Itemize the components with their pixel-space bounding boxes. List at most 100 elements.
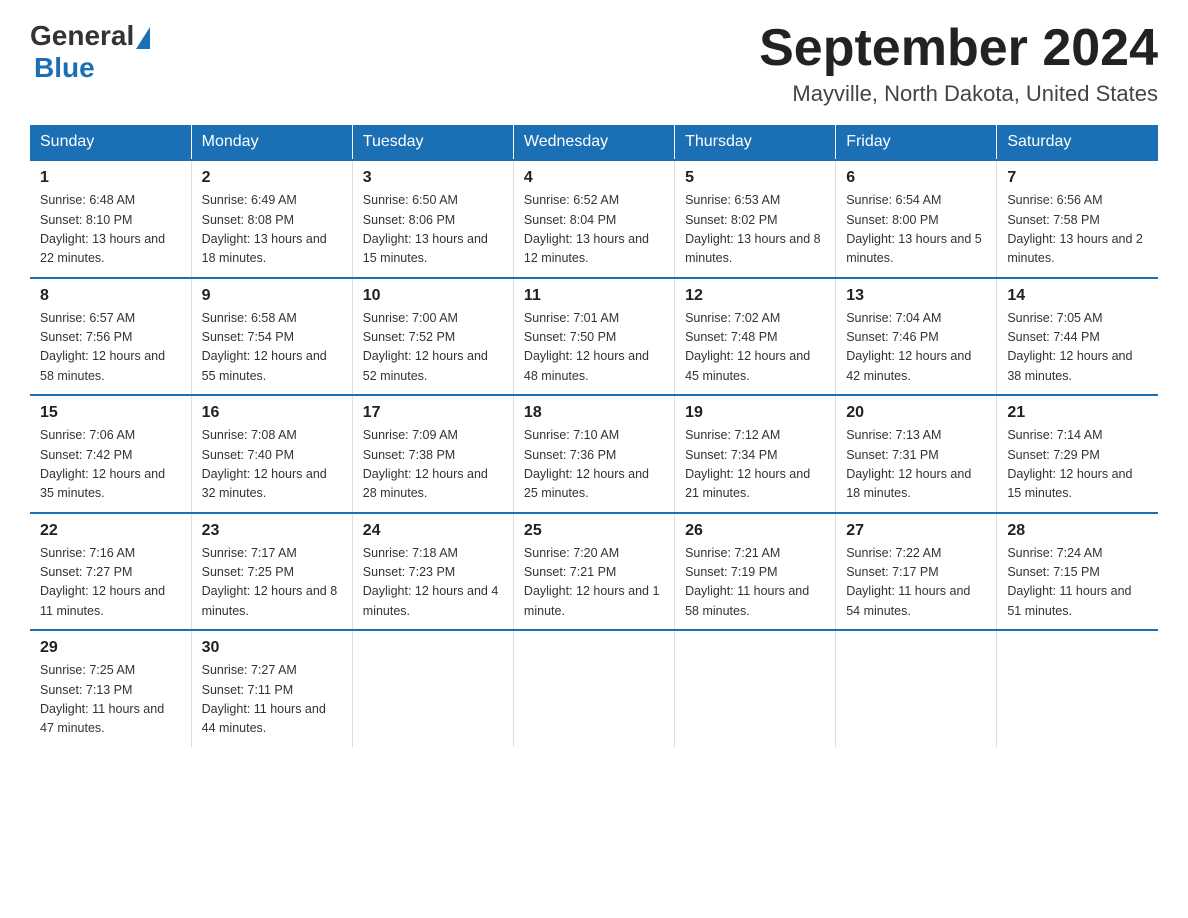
table-row: 10 Sunrise: 7:00 AMSunset: 7:52 PMDayligh… [352, 278, 513, 396]
calendar-week-row: 22Sunrise: 7:16 AMSunset: 7:27 PMDayligh… [30, 513, 1158, 631]
title-area: September 2024 Mayville, North Dakota, U… [759, 20, 1158, 107]
calendar-header-row: Sunday Monday Tuesday Wednesday Thursday… [30, 125, 1158, 160]
day-info: Sunrise: 7:10 AMSunset: 7:36 PMDaylight:… [524, 426, 664, 504]
day-info: Sunrise: 7:14 AMSunset: 7:29 PMDaylight:… [1007, 426, 1148, 504]
day-info: Sunrise: 6:56 AMSunset: 7:58 PMDaylight:… [1007, 191, 1148, 269]
col-thursday: Thursday [675, 125, 836, 160]
day-info: Sunrise: 6:48 AMSunset: 8:10 PMDaylight:… [40, 191, 181, 269]
table-row: 27Sunrise: 7:22 AMSunset: 7:17 PMDayligh… [836, 513, 997, 631]
day-number: 6 [846, 169, 986, 187]
table-row: 20 Sunrise: 7:13 AMSunset: 7:31 PMDayligh… [836, 395, 997, 513]
day-info: Sunrise: 7:05 AMSunset: 7:44 PMDaylight:… [1007, 309, 1148, 387]
col-wednesday: Wednesday [513, 125, 674, 160]
table-row: 1 Sunrise: 6:48 AMSunset: 8:10 PMDaylight… [30, 160, 191, 278]
logo-triangle-icon [136, 27, 150, 49]
table-row: 15 Sunrise: 7:06 AMSunset: 7:42 PMDayligh… [30, 395, 191, 513]
day-info: Sunrise: 6:53 AMSunset: 8:02 PMDaylight:… [685, 191, 825, 269]
day-info: Sunrise: 7:00 AMSunset: 7:52 PMDaylight:… [363, 309, 503, 387]
day-info: Sunrise: 7:02 AMSunset: 7:48 PMDaylight:… [685, 309, 825, 387]
calendar-body: 1 Sunrise: 6:48 AMSunset: 8:10 PMDaylight… [30, 160, 1158, 747]
day-info: Sunrise: 7:27 AMSunset: 7:11 PMDaylight:… [202, 661, 342, 739]
table-row: 18 Sunrise: 7:10 AMSunset: 7:36 PMDayligh… [513, 395, 674, 513]
day-number: 9 [202, 287, 342, 305]
day-info: Sunrise: 7:06 AMSunset: 7:42 PMDaylight:… [40, 426, 181, 504]
table-row: 7 Sunrise: 6:56 AMSunset: 7:58 PMDaylight… [997, 160, 1158, 278]
table-row: 19Sunrise: 7:12 AMSunset: 7:34 PMDayligh… [675, 395, 836, 513]
calendar-week-row: 8 Sunrise: 6:57 AMSunset: 7:56 PMDaylight… [30, 278, 1158, 396]
day-number: 4 [524, 169, 664, 187]
table-row [997, 630, 1158, 747]
col-saturday: Saturday [997, 125, 1158, 160]
day-number: 12 [685, 287, 825, 305]
day-info: Sunrise: 7:01 AMSunset: 7:50 PMDaylight:… [524, 309, 664, 387]
day-number: 30 [202, 639, 342, 657]
table-row: 17 Sunrise: 7:09 AMSunset: 7:38 PMDayligh… [352, 395, 513, 513]
day-info: Sunrise: 6:52 AMSunset: 8:04 PMDaylight:… [524, 191, 664, 269]
logo-blue-text: Blue [34, 52, 95, 83]
table-row: 9 Sunrise: 6:58 AMSunset: 7:54 PMDaylight… [191, 278, 352, 396]
day-number: 23 [202, 522, 342, 540]
calendar-week-row: 29 Sunrise: 7:25 AMSunset: 7:13 PMDayligh… [30, 630, 1158, 747]
col-tuesday: Tuesday [352, 125, 513, 160]
calendar-week-row: 1 Sunrise: 6:48 AMSunset: 8:10 PMDaylight… [30, 160, 1158, 278]
day-number: 1 [40, 169, 181, 187]
table-row: 26 Sunrise: 7:21 AMSunset: 7:19 PMDayligh… [675, 513, 836, 631]
table-row: 28 Sunrise: 7:24 AMSunset: 7:15 PMDayligh… [997, 513, 1158, 631]
day-number: 27 [846, 522, 986, 540]
day-info: Sunrise: 7:24 AMSunset: 7:15 PMDaylight:… [1007, 544, 1148, 622]
table-row: 4 Sunrise: 6:52 AMSunset: 8:04 PMDaylight… [513, 160, 674, 278]
table-row [513, 630, 674, 747]
day-info: Sunrise: 7:16 AMSunset: 7:27 PMDaylight:… [40, 544, 181, 622]
col-friday: Friday [836, 125, 997, 160]
day-info: Sunrise: 6:57 AMSunset: 7:56 PMDaylight:… [40, 309, 181, 387]
day-number: 8 [40, 287, 181, 305]
day-info: Sunrise: 6:58 AMSunset: 7:54 PMDaylight:… [202, 309, 342, 387]
day-info: Sunrise: 7:09 AMSunset: 7:38 PMDaylight:… [363, 426, 503, 504]
table-row: 24Sunrise: 7:18 AMSunset: 7:23 PMDayligh… [352, 513, 513, 631]
day-number: 18 [524, 404, 664, 422]
day-number: 15 [40, 404, 181, 422]
day-number: 5 [685, 169, 825, 187]
table-row: 11 Sunrise: 7:01 AMSunset: 7:50 PMDayligh… [513, 278, 674, 396]
calendar-week-row: 15 Sunrise: 7:06 AMSunset: 7:42 PMDayligh… [30, 395, 1158, 513]
table-row: 12 Sunrise: 7:02 AMSunset: 7:48 PMDayligh… [675, 278, 836, 396]
day-info: Sunrise: 6:49 AMSunset: 8:08 PMDaylight:… [202, 191, 342, 269]
day-number: 28 [1007, 522, 1148, 540]
table-row: 16Sunrise: 7:08 AMSunset: 7:40 PMDayligh… [191, 395, 352, 513]
calendar-table: Sunday Monday Tuesday Wednesday Thursday… [30, 125, 1158, 747]
day-number: 3 [363, 169, 503, 187]
day-number: 11 [524, 287, 664, 305]
table-row: 13Sunrise: 7:04 AMSunset: 7:46 PMDayligh… [836, 278, 997, 396]
table-row: 21 Sunrise: 7:14 AMSunset: 7:29 PMDayligh… [997, 395, 1158, 513]
table-row: 8 Sunrise: 6:57 AMSunset: 7:56 PMDaylight… [30, 278, 191, 396]
logo-general-text: General [30, 20, 134, 52]
day-info: Sunrise: 7:08 AMSunset: 7:40 PMDaylight:… [202, 426, 342, 504]
table-row: 5 Sunrise: 6:53 AMSunset: 8:02 PMDaylight… [675, 160, 836, 278]
logo: General Blue [30, 20, 152, 84]
day-number: 2 [202, 169, 342, 187]
day-number: 29 [40, 639, 181, 657]
day-info: Sunrise: 7:17 AMSunset: 7:25 PMDaylight:… [202, 544, 342, 622]
table-row [352, 630, 513, 747]
page-header: General Blue September 2024 Mayville, No… [30, 20, 1158, 107]
col-monday: Monday [191, 125, 352, 160]
day-info: Sunrise: 7:12 AMSunset: 7:34 PMDaylight:… [685, 426, 825, 504]
location: Mayville, North Dakota, United States [759, 81, 1158, 107]
table-row [836, 630, 997, 747]
day-info: Sunrise: 7:04 AMSunset: 7:46 PMDaylight:… [846, 309, 986, 387]
day-info: Sunrise: 7:21 AMSunset: 7:19 PMDaylight:… [685, 544, 825, 622]
table-row: 29 Sunrise: 7:25 AMSunset: 7:13 PMDayligh… [30, 630, 191, 747]
day-number: 24 [363, 522, 503, 540]
day-number: 26 [685, 522, 825, 540]
table-row: 6Sunrise: 6:54 AMSunset: 8:00 PMDaylight… [836, 160, 997, 278]
table-row: 30 Sunrise: 7:27 AMSunset: 7:11 PMDayligh… [191, 630, 352, 747]
month-title: September 2024 [759, 20, 1158, 77]
day-number: 21 [1007, 404, 1148, 422]
day-number: 10 [363, 287, 503, 305]
table-row: 14Sunrise: 7:05 AMSunset: 7:44 PMDayligh… [997, 278, 1158, 396]
day-number: 7 [1007, 169, 1148, 187]
day-info: Sunrise: 7:25 AMSunset: 7:13 PMDaylight:… [40, 661, 181, 739]
day-number: 20 [846, 404, 986, 422]
day-info: Sunrise: 7:13 AMSunset: 7:31 PMDaylight:… [846, 426, 986, 504]
day-number: 17 [363, 404, 503, 422]
